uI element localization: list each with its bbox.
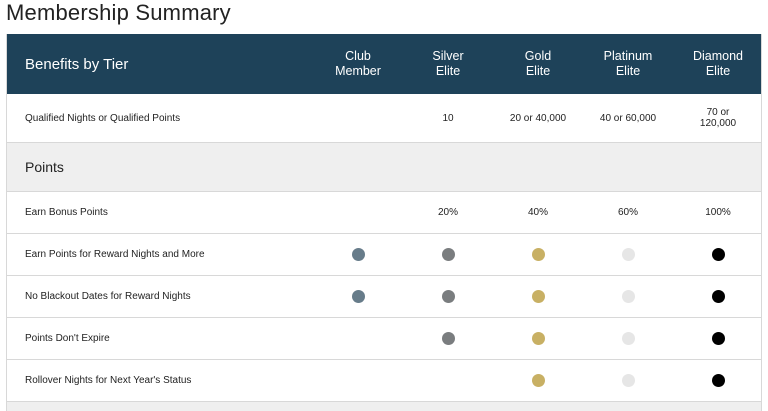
bonus-value-gold-elite: 40% <box>527 207 548 218</box>
tier-header-club-member: Club Member <box>335 49 381 78</box>
benefits-by-tier-heading: Benefits by Tier <box>25 55 129 73</box>
row-label: Earn Points for Reward Nights and More <box>25 249 205 260</box>
included-dot-icon <box>351 248 365 261</box>
tier-cell <box>493 276 583 317</box>
tier-cell <box>583 276 673 317</box>
included-dot-icon <box>621 332 635 345</box>
bonus-value-diamond-elite: 100% <box>705 207 731 218</box>
row-label: No Blackout Dates for Reward Nights <box>25 291 191 302</box>
included-dot-icon <box>531 248 545 261</box>
tier-cell <box>583 318 673 359</box>
table-row: Points Don't Expire <box>7 318 761 360</box>
tier-cell <box>403 234 493 275</box>
table-row: No Blackout Dates for Reward Nights <box>7 276 761 318</box>
qualified-value-platinum-elite: 40 or 60,000 <box>599 112 657 124</box>
tier-cell <box>403 318 493 359</box>
row-label: Points Don't Expire <box>25 333 110 344</box>
tier-cell <box>403 276 493 317</box>
included-dot-icon <box>351 290 365 303</box>
tier-cell <box>673 234 763 275</box>
included-dot-icon <box>531 290 545 303</box>
tier-cell <box>313 276 403 317</box>
included-dot-icon <box>531 332 545 345</box>
qualified-value-text: 70 or 120,000 <box>699 107 737 129</box>
included-dot-icon <box>441 290 455 303</box>
tier-header-silver-elite: Silver Elite <box>432 49 464 78</box>
qualified-value-club-member <box>313 94 403 142</box>
included-dot-icon <box>711 332 725 345</box>
included-dot-icon <box>621 248 635 261</box>
qualified-value-silver-elite: 10 <box>442 112 454 124</box>
row-label: Qualified Nights or Qualified Points <box>25 112 181 124</box>
table-row: Earn Points for Reward Nights and More <box>7 234 761 276</box>
tier-cell <box>313 360 403 401</box>
qualified-nights-row: Qualified Nights or Qualified Points 10 … <box>7 94 761 143</box>
tier-cell <box>313 234 403 275</box>
table-row: Earn Bonus Points 20% 40% 60% 100% <box>7 192 761 234</box>
included-dot-icon <box>621 290 635 303</box>
tier-cell <box>673 318 763 359</box>
tier-cell <box>493 360 583 401</box>
tier-cell <box>583 234 673 275</box>
tier-cell <box>493 318 583 359</box>
page-title: Membership Summary <box>6 0 231 25</box>
included-dot-icon <box>711 248 725 261</box>
included-dot-icon <box>711 374 725 387</box>
included-dot-icon <box>441 332 455 345</box>
row-label: Rollover Nights for Next Year's Status <box>25 375 192 386</box>
tier-cell <box>673 276 763 317</box>
qualified-value-gold-elite: 20 or 40,000 <box>509 112 567 124</box>
bonus-value-club-member <box>313 192 403 233</box>
bonus-value-platinum-elite: 60% <box>617 207 638 218</box>
section-header-points: Points <box>7 143 761 192</box>
table-header-row: Benefits by Tier Club Member Silver Elite … <box>7 34 761 94</box>
tier-header-platinum-elite: Platinum Elite <box>603 49 653 78</box>
row-label: Earn Bonus Points <box>25 207 108 218</box>
bonus-value-silver-elite: 20% <box>437 207 458 218</box>
tier-cell <box>313 318 403 359</box>
section-title: Points <box>25 159 64 175</box>
included-dot-icon <box>441 248 455 261</box>
tier-cell <box>673 360 763 401</box>
qualified-value-diamond-elite: 70 or 120,000 <box>673 94 763 142</box>
tier-cell <box>583 360 673 401</box>
included-dot-icon <box>531 374 545 387</box>
included-dot-icon <box>711 290 725 303</box>
tier-benefits-table: Benefits by Tier Club Member Silver Elite … <box>6 34 762 411</box>
next-section-header <box>7 402 761 411</box>
table-row: Rollover Nights for Next Year's Status <box>7 360 761 402</box>
tier-cell <box>403 360 493 401</box>
tier-header-diamond-elite: Diamond Elite <box>692 49 744 78</box>
tier-header-gold-elite: Gold Elite <box>524 49 552 78</box>
included-dot-icon <box>621 374 635 387</box>
tier-cell <box>493 234 583 275</box>
